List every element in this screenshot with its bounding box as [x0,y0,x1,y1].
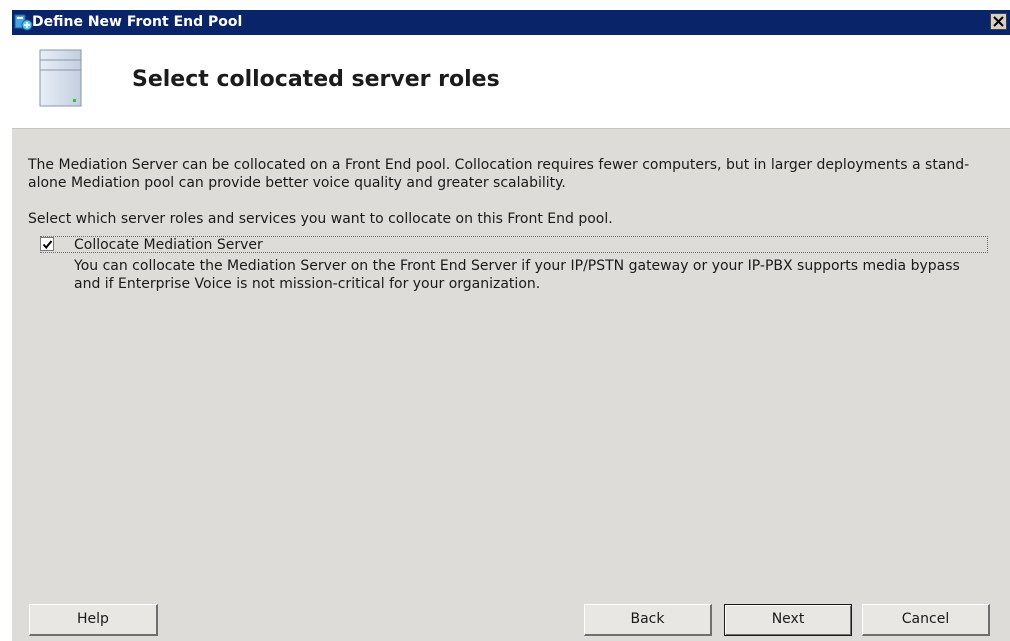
page-title: Select collocated server roles [132,67,500,92]
collocate-mediation-description: You can collocate the Mediation Server o… [74,258,960,292]
wizard-header: Select collocated server roles [12,35,1010,129]
close-icon [993,16,1004,27]
back-button[interactable]: Back [584,604,712,636]
help-button[interactable]: Help [29,604,158,636]
server-icon [39,49,82,107]
title-bar: Define New Front End Pool [12,10,1010,35]
next-button[interactable]: Next [724,604,852,636]
checkmark-icon [42,240,53,250]
app-icon [14,13,34,32]
window-title: Define New Front End Pool [32,14,243,30]
wizard-content: The Mediation Server can be collocated o… [12,129,1010,641]
collocate-mediation-label[interactable]: Collocate Mediation Server [74,237,263,253]
description-text: The Mediation Server can be collocated o… [28,157,970,191]
cancel-button[interactable]: Cancel [862,604,990,636]
prompt-text: Select which server roles and services y… [28,211,613,227]
wizard-window: Define New Front End Pool Select colloca… [12,10,1010,641]
close-button[interactable] [990,13,1007,30]
collocate-mediation-checkbox[interactable] [40,237,54,251]
